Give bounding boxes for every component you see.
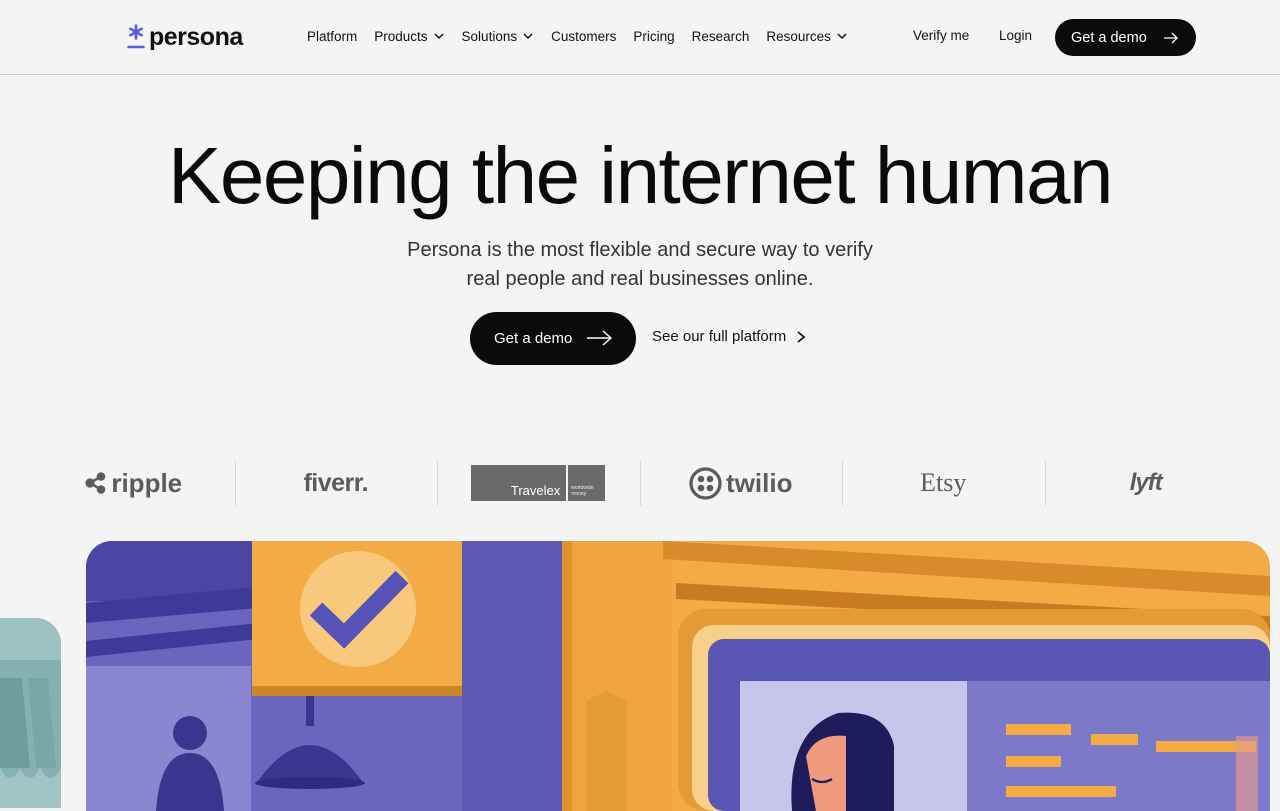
link-label: See our full platform bbox=[652, 328, 787, 345]
logo-text: persona bbox=[149, 22, 243, 51]
main-nav: Platform Products Solutions Customers Pr… bbox=[307, 0, 865, 72]
see-platform-link[interactable]: See our full platform bbox=[652, 328, 807, 345]
verify-me-link[interactable]: Verify me bbox=[913, 28, 969, 43]
brand-name: lyft bbox=[1129, 469, 1163, 496]
logo-travelex: Travelex worldwide money bbox=[437, 460, 640, 506]
chevron-down-icon bbox=[523, 33, 533, 40]
login-link[interactable]: Login bbox=[999, 28, 1032, 43]
button-label: Get a demo bbox=[494, 330, 573, 347]
brand-name: fiverr. bbox=[303, 468, 369, 497]
brand-name: twilio bbox=[726, 467, 793, 498]
awning-illustration bbox=[0, 618, 61, 808]
nav-label: Solutions bbox=[461, 28, 518, 44]
nav-item-solutions[interactable]: Solutions bbox=[462, 29, 535, 44]
nav-label: Research bbox=[691, 28, 750, 44]
nav-item-pricing[interactable]: Pricing bbox=[633, 29, 674, 44]
ripple-icon bbox=[85, 472, 106, 494]
hero-subtitle: Persona is the most flexible and secure … bbox=[407, 239, 873, 290]
chevron-down-icon bbox=[837, 33, 847, 40]
brand-name: ripple bbox=[111, 467, 183, 498]
brand-name: Travelex bbox=[471, 465, 567, 501]
logo-fiverr: fiverr. bbox=[234, 460, 438, 506]
site-header: persona Platform Products Solutions Cust… bbox=[0, 0, 1280, 75]
logo-etsy: Etsy bbox=[842, 460, 1045, 506]
twilio-icon bbox=[689, 466, 722, 500]
identity-verification-illustration bbox=[86, 541, 1270, 811]
nav-item-resources[interactable]: Resources bbox=[766, 29, 848, 44]
nav-label: Resources bbox=[766, 28, 831, 44]
chevron-right-icon bbox=[797, 330, 806, 343]
arrow-right-icon bbox=[587, 330, 613, 346]
logo-ripple: ripple bbox=[32, 460, 235, 506]
customer-logos: ripple fiverr. Travelex worldwide money … bbox=[32, 460, 1247, 506]
hero-illustration bbox=[86, 541, 1270, 811]
nav-item-platform[interactable]: Platform bbox=[307, 29, 357, 44]
nav-label: Customers bbox=[551, 28, 617, 44]
chevron-down-icon bbox=[434, 33, 444, 40]
nav-item-customers[interactable]: Customers bbox=[551, 29, 616, 44]
nav-label: Pricing bbox=[633, 28, 675, 44]
button-label: Get a demo bbox=[1071, 29, 1147, 46]
nav-label: Platform bbox=[307, 28, 358, 44]
hero-title: Keeping the internet human bbox=[168, 131, 1113, 220]
brand-tagline: worldwide money bbox=[568, 465, 606, 501]
nav-item-research[interactable]: Research bbox=[692, 29, 750, 44]
logo-twilio: twilio bbox=[639, 460, 843, 506]
nav-label: Products bbox=[374, 28, 428, 44]
persona-asterisk-icon bbox=[127, 24, 145, 49]
header-get-demo-button[interactable]: Get a demo bbox=[1055, 19, 1196, 56]
arrow-right-icon bbox=[1164, 32, 1178, 44]
logo-lyft: lyft bbox=[1044, 460, 1248, 506]
persona-logo[interactable]: persona bbox=[127, 22, 243, 52]
nav-item-products[interactable]: Products bbox=[374, 29, 444, 44]
carousel-previous-card[interactable] bbox=[0, 618, 61, 808]
brand-name: Etsy bbox=[920, 468, 967, 497]
hero-get-demo-button[interactable]: Get a demo bbox=[470, 312, 636, 365]
